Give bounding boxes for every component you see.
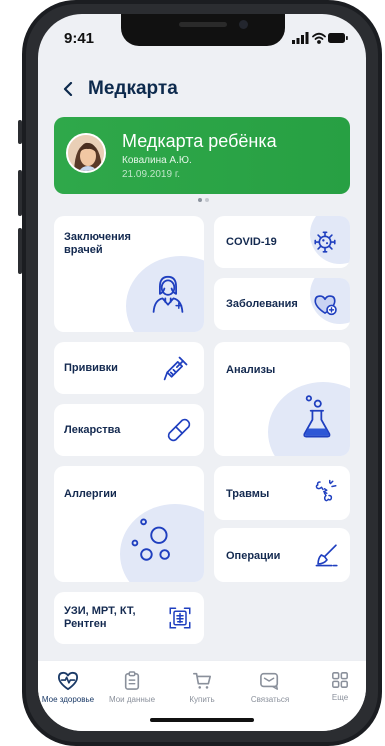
child-record-banner[interactable]: Медкарта ребёнка Ковалина А.Ю. 21.09.201… [54,117,350,194]
wifi-icon [312,32,326,44]
carousel-dot-active [198,198,202,202]
tile-injuries[interactable]: Травмы [214,466,350,520]
banner-child-name: Ковалина А.Ю. [122,155,192,166]
tab-my-data[interactable]: Мои данные [100,671,164,704]
tab-label: Еще [331,693,349,702]
tile-label: Анализы [226,364,276,376]
back-chevron-icon[interactable] [58,79,78,99]
clipboard-icon [124,671,140,690]
page-title: Медкарта [88,78,178,99]
status-bar: 9:41 [38,14,366,58]
carousel-dot [205,198,209,202]
tab-label: Мое здоровье [41,695,95,704]
tile-analyses[interactable]: Анализы [214,342,350,456]
speaker-grille [179,22,227,27]
tile-label: Травмы [226,488,270,500]
tab-label: Купить [189,695,215,704]
home-indicator[interactable] [150,718,254,722]
heart-plus-icon [314,295,337,316]
pill-icon [167,418,191,442]
tile-diseases[interactable]: Заболевания [214,278,350,330]
scalpel-icon [315,544,338,567]
tile-label: Операции [226,550,281,562]
tab-buy[interactable]: Купить [170,671,234,704]
flask-icon [303,395,331,438]
front-camera [239,20,248,29]
virus-icon [314,231,336,253]
tile-scans[interactable]: УЗИ, МРТ, КТ, Рентген [54,592,204,644]
tile-allergies[interactable]: Аллергии [54,466,204,582]
tab-more[interactable]: Еще [308,671,366,702]
tile-vaccines[interactable]: Прививки [54,342,204,394]
tile-label: Аллергии [64,488,117,500]
carousel-dots [198,198,209,202]
tile-label: COVID-19 [226,236,277,248]
tab-my-health[interactable]: Мое здоровье [38,671,100,704]
doctor-icon [152,275,184,313]
broken-bone-icon [315,479,337,502]
tab-contact[interactable]: Связаться [238,671,302,704]
page-header: Медкарта [58,74,178,104]
battery-icon [328,33,348,43]
tab-label: Мои данные [108,695,156,704]
cart-icon [193,672,211,689]
tile-label: Прививки [64,362,118,374]
tile-label: Лекарства [64,424,121,436]
app-screen: 9:41 Медкарта Медкарта ребёнка Ковалина … [38,14,366,731]
grid-icon [332,672,348,688]
banner-birth-date: 21.09.2019 г. [122,169,181,180]
heart-pulse-icon [58,671,78,691]
chat-icon [260,672,279,690]
status-time: 9:41 [64,30,95,47]
tile-label: Заключения врачей [64,231,131,256]
syringe-icon [163,356,188,381]
tile-medicines[interactable]: Лекарства [54,404,204,456]
tile-covid[interactable]: COVID-19 [214,216,350,268]
banner-title: Медкарта ребёнка [122,131,277,151]
child-avatar [66,133,106,173]
tile-label: Заболевания [226,298,298,310]
notch [121,14,285,46]
xray-scan-icon [169,607,191,629]
allergy-bubbles-icon [131,518,170,561]
tab-label: Связаться [250,695,290,704]
signal-icon [292,32,309,44]
tile-operations[interactable]: Операции [214,528,350,582]
tile-doctors-conclusions[interactable]: Заключения врачей [54,216,204,332]
tile-label: УЗИ, МРТ, КТ, Рентген [64,605,136,630]
status-icons [292,32,348,44]
